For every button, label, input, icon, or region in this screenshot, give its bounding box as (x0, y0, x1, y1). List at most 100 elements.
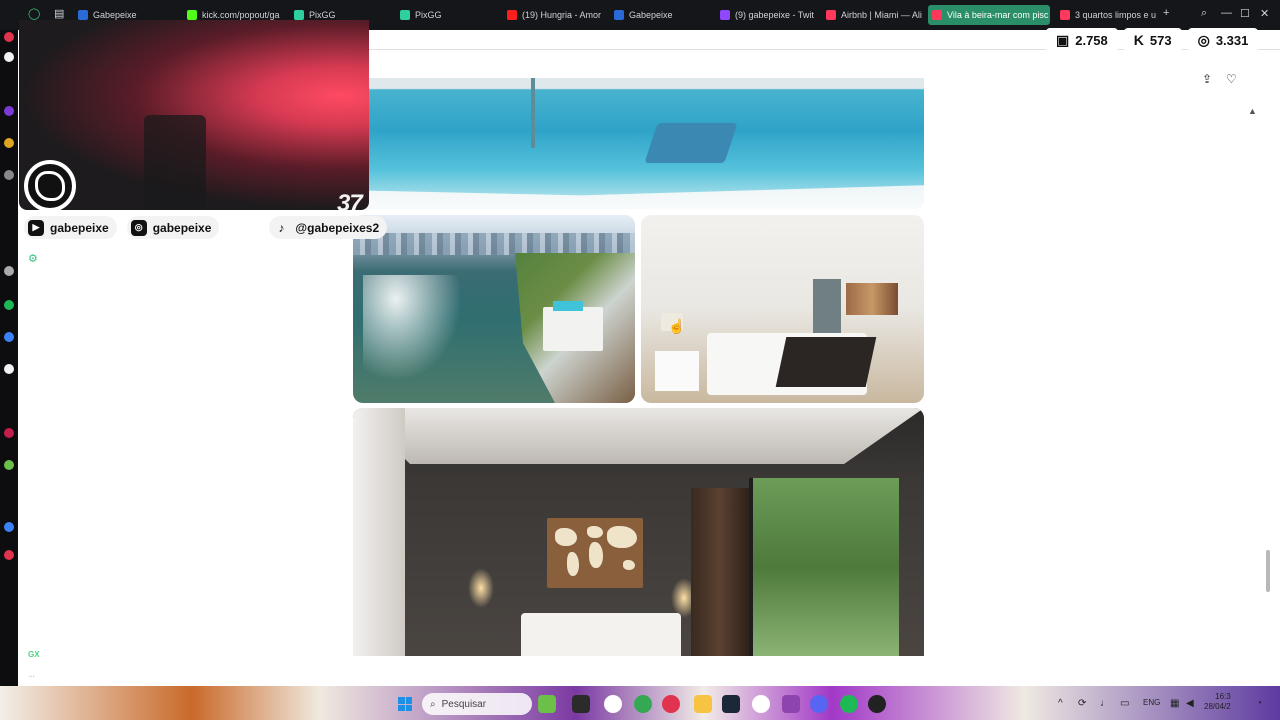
sidebar-app-icon[interactable] (4, 138, 14, 148)
wall-art (846, 283, 898, 315)
steam-icon[interactable] (722, 695, 740, 713)
pixgg-favicon-icon (400, 10, 410, 20)
social-instagram: ◎ gabepeixe (126, 216, 220, 239)
nightstand (655, 351, 699, 391)
tab-gabepeixe-2[interactable]: Gabepeixe (610, 5, 710, 25)
tab-label: PixGG (309, 10, 336, 20)
obs-icon[interactable] (868, 695, 886, 713)
tray-volume-icon[interactable]: ◀ (1186, 698, 1194, 709)
new-tab-button[interactable]: + (1163, 7, 1169, 19)
save-heart-icon[interactable]: ♡ (1226, 72, 1237, 86)
tab-airbnb-miami[interactable]: Airbnb | Miami — Ali (822, 5, 922, 25)
twitch-favicon-icon (720, 10, 730, 20)
photo-bedroom[interactable] (641, 215, 924, 403)
screen: ◯ ▤ Gabepeixe kick.com/popout/ga PixGG P… (0, 0, 1280, 720)
more-icon[interactable]: ... (28, 670, 35, 679)
airbnb-favicon-icon (932, 10, 942, 20)
share-icon[interactable]: ⇪ (1202, 72, 1212, 86)
close-icon[interactable]: ✕ (1260, 7, 1269, 20)
sidebar-app-icon[interactable] (4, 266, 14, 276)
language-indicator[interactable]: ENG (1143, 698, 1160, 707)
airbnb-favicon-icon (826, 10, 836, 20)
gaming-chair (144, 115, 206, 210)
left-wall (353, 408, 405, 656)
taskbar-search[interactable]: ⌕ Pesquisar (422, 693, 532, 715)
social-handle: gabepeixe (50, 220, 109, 235)
tab-twitch[interactable]: (9) gabepeixe - Twit (716, 5, 816, 25)
city-skyline (353, 233, 635, 255)
taskbar-app-icon[interactable] (604, 695, 622, 713)
tray-network-icon[interactable]: ▦ (1170, 698, 1179, 709)
tray-sync-icon[interactable]: ⟳ (1078, 698, 1086, 709)
sidebar-app-icon[interactable] (4, 52, 14, 62)
taskbar-clock[interactable]: 16:3 28/04/2 (1204, 692, 1231, 712)
taskbar-app-icon[interactable] (538, 695, 556, 713)
sidebar-app-icon[interactable] (4, 460, 14, 470)
youtube-favicon-icon (507, 10, 517, 20)
clock-time: 16:3 (1215, 692, 1231, 701)
opera-gx-logo-icon[interactable]: ◯ (28, 7, 40, 20)
sidebar-app-icon[interactable] (4, 550, 14, 560)
settings-gear-icon[interactable]: ⚙ (28, 252, 38, 265)
tab-sidebar-icon[interactable]: ▤ (54, 7, 64, 20)
maximize-icon[interactable]: ☐ (1240, 7, 1250, 20)
chrome-icon[interactable] (634, 695, 652, 713)
sidebar-app-icon[interactable] (4, 332, 14, 342)
file-explorer-icon[interactable] (572, 695, 590, 713)
kick-count: 573 (1149, 32, 1172, 48)
photo-pool[interactable] (353, 78, 924, 209)
page-scrollbar[interactable] (1266, 550, 1270, 592)
tab-label: Gabepeixe (93, 10, 137, 20)
villa-pool (553, 301, 583, 311)
sidebar-app-icon[interactable] (4, 364, 14, 374)
search-tabs-icon[interactable]: ⌕ (1201, 7, 1207, 20)
folder-icon[interactable] (694, 695, 712, 713)
windows-start-icon[interactable] (398, 697, 412, 711)
pool-pole (531, 78, 535, 148)
tab-youtube-hungria[interactable]: (19) Hungria - Amor (503, 5, 603, 25)
discord-icon[interactable] (810, 695, 828, 713)
sidebar-app-icon[interactable] (4, 522, 14, 532)
tray-keyboard-icon[interactable]: ▭ (1120, 698, 1129, 709)
world-map-art (547, 518, 643, 588)
social-youtube: ▶ gabepeixe (24, 216, 117, 239)
minimize-icon[interactable]: — (1221, 7, 1232, 19)
total-viewers: ◎ 3.331 (1187, 28, 1259, 52)
sidebar-app-icon[interactable] (4, 32, 14, 42)
pool-lounger (644, 123, 738, 163)
sidebar-app-icon[interactable] (4, 428, 14, 438)
social-handles: ▶ gabepeixe ◎ gabepeixe ♪ @gabepeixes2 (24, 216, 388, 239)
search-icon: ⌕ (430, 698, 436, 710)
tab-label: Gabepeixe (629, 10, 673, 20)
spotify-icon[interactable] (840, 695, 858, 713)
tray-mic-icon[interactable]: ♩ (1100, 698, 1110, 709)
villa (543, 307, 603, 351)
total-count: 3.331 (1215, 32, 1249, 48)
sidebar-app-icon[interactable] (4, 106, 14, 116)
tab-favicon-icon (78, 10, 88, 20)
sidebar-app-icon[interactable] (4, 300, 14, 310)
tab-label: (9) gabepeixe - Twit (735, 10, 814, 20)
sidebar-app-icon[interactable] (4, 170, 14, 180)
tab-label: Airbnb | Miami — Ali (841, 10, 922, 20)
notifications-icon[interactable]: ◔ (1256, 698, 1262, 709)
gx-label: GX (28, 650, 40, 659)
tab-3-quartos[interactable]: 3 quartos limpos e ur (1056, 5, 1156, 25)
opera-icon[interactable] (662, 695, 680, 713)
tab-pixgg-2[interactable]: PixGG (396, 5, 496, 25)
water-glare (363, 275, 473, 395)
kick-icon: K (1133, 32, 1144, 48)
photo-bay-aerial[interactable] (353, 215, 635, 403)
twitch-viewers: ▣ 2.758 (1046, 28, 1118, 52)
taskbar-app-icon[interactable] (752, 695, 770, 713)
tab-vila-beira-mar[interactable]: Vila à beira-mar com pisc (928, 5, 1050, 25)
scroll-up-icon[interactable]: ▲ (1248, 106, 1257, 116)
pixgg-favicon-icon (294, 10, 304, 20)
taskbar-app-icon[interactable] (782, 695, 800, 713)
photo-master-bedroom[interactable] (353, 408, 924, 656)
tray-chevron-icon[interactable]: ^ (1058, 698, 1063, 709)
bed-throw (775, 337, 877, 387)
curtain (691, 488, 749, 656)
opera-sidebar (0, 30, 18, 686)
clock-date: 28/04/2 (1204, 702, 1231, 711)
